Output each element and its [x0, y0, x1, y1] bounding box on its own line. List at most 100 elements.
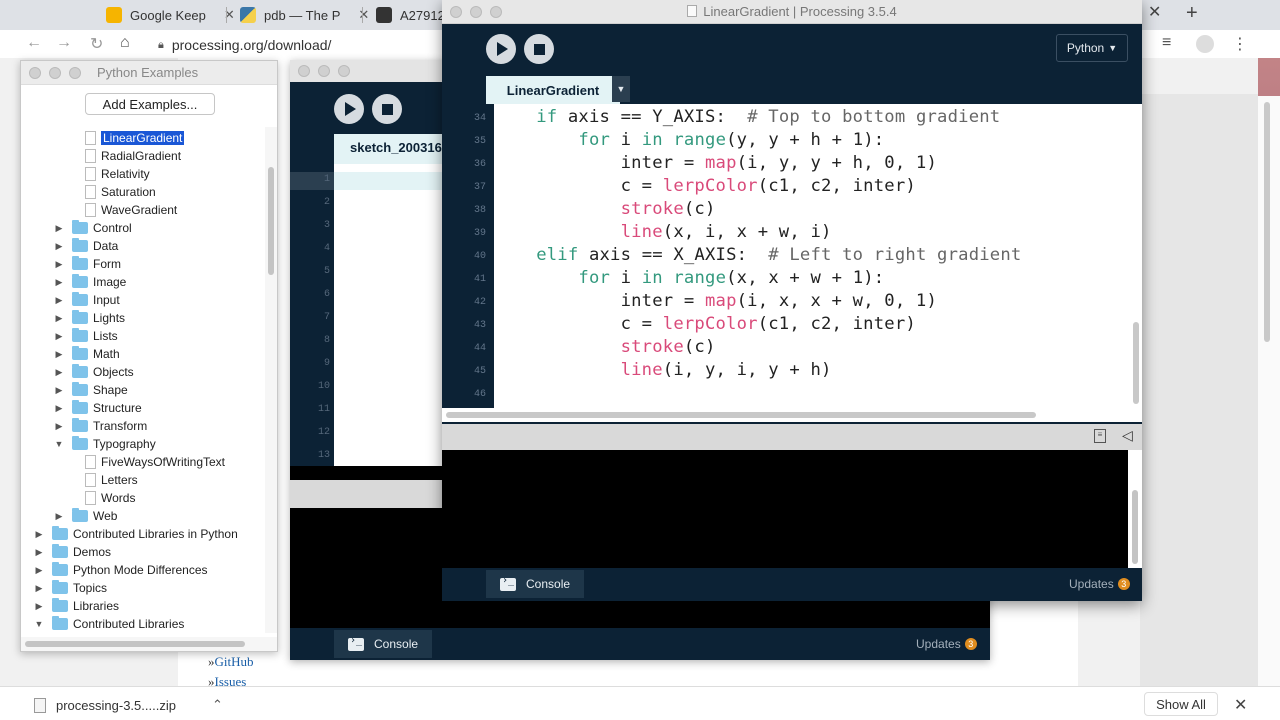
download-bar: processing-3.5.....zip ⌃ Show All ✕ — [0, 686, 1280, 720]
home-icon[interactable]: ⌂ — [120, 34, 130, 52]
console-scrollbar[interactable] — [1128, 450, 1142, 568]
disclosure-closed-icon[interactable]: ▶ — [33, 601, 45, 612]
scrollbar-thumb[interactable] — [1132, 490, 1138, 564]
disclosure-closed-icon[interactable]: ▶ — [53, 313, 65, 324]
collapse-console-icon[interactable]: ◁ — [1122, 427, 1133, 444]
tree-folder[interactable]: ▶ Lights — [53, 309, 125, 327]
browser-tab-pdb[interactable]: pdb — The P ✕ — [228, 0, 381, 30]
avatar[interactable] — [1196, 35, 1214, 53]
tab-lineargradient[interactable]: LinearGradient — [486, 76, 620, 104]
zoom-window-icon[interactable] — [338, 65, 350, 77]
tree-item[interactable]: LinearGradient — [73, 129, 185, 147]
tree-folder[interactable]: ▶ Libraries — [33, 597, 119, 615]
disclosure-closed-icon[interactable]: ▶ — [53, 349, 65, 360]
run-button[interactable] — [486, 34, 516, 64]
tree-item[interactable]: Letters — [73, 471, 138, 489]
tree-folder[interactable]: ▶ Structure — [53, 399, 142, 417]
browser-tab-google-keep[interactable]: Google Keep ✕ — [94, 0, 247, 30]
close-tab-icon[interactable]: ✕ — [1148, 2, 1161, 22]
tree-folder[interactable]: ▶ Python Mode Differences — [33, 561, 208, 579]
tree-folder[interactable]: ▶ Form — [53, 255, 121, 273]
scrollbar-thumb[interactable] — [268, 167, 274, 275]
tree-folder[interactable]: ▶ Objects — [53, 363, 134, 381]
zoom-window-icon[interactable] — [69, 67, 81, 79]
disclosure-closed-icon[interactable]: ▶ — [33, 583, 45, 594]
updates-indicator[interactable]: Updates 3 — [1069, 577, 1130, 591]
tree-folder[interactable]: ▶ Shape — [53, 381, 128, 399]
tree-folder[interactable]: ▶ Image — [53, 273, 126, 291]
scrollbar-thumb[interactable] — [1133, 322, 1139, 404]
disclosure-closed-icon[interactable]: ▶ — [33, 529, 45, 540]
github-link[interactable]: »GitHub — [208, 654, 254, 670]
tree-item[interactable]: Saturation — [73, 183, 156, 201]
back-icon[interactable]: ← — [26, 34, 42, 52]
disclosure-closed-icon[interactable]: ▶ — [53, 367, 65, 378]
disclosure-closed-icon[interactable]: ▶ — [53, 511, 65, 522]
close-icon[interactable]: ✕ — [1234, 695, 1247, 715]
scrollbar-thumb[interactable] — [1264, 102, 1270, 342]
line-number: 8 — [323, 335, 330, 346]
chevron-up-icon[interactable]: ⌃ — [212, 697, 223, 713]
scrollbar-thumb[interactable] — [25, 641, 245, 647]
tree-item[interactable]: RadialGradient — [73, 147, 181, 165]
show-all-button[interactable]: Show All — [1144, 692, 1218, 716]
console-button[interactable]: Console — [334, 630, 433, 658]
code-editor[interactable]: if axis == Y_AXIS: # Top to bottom gradi… — [494, 104, 1130, 408]
examples-scrollbar[interactable] — [265, 127, 277, 633]
tab-menu-button[interactable]: ▼ — [612, 76, 630, 102]
code-token: (x, x + w + 1): — [726, 268, 885, 288]
tree-item[interactable]: WaveGradient — [73, 201, 177, 219]
disclosure-closed-icon[interactable]: ▶ — [53, 259, 65, 270]
mode-selector[interactable]: Python ▼ — [1056, 34, 1128, 62]
disclosure-closed-icon[interactable]: ▶ — [53, 331, 65, 342]
tree-folder[interactable]: ▶ Web — [53, 507, 117, 525]
add-examples-button[interactable]: Add Examples... — [85, 93, 215, 115]
download-item[interactable]: processing-3.5.....zip ⌃ — [34, 697, 223, 713]
console-button[interactable]: Console — [486, 570, 585, 598]
disclosure-closed-icon[interactable]: ▶ — [53, 277, 65, 288]
editor-scrollbar[interactable] — [1130, 104, 1142, 408]
tree-folder[interactable]: ▶ Input — [53, 291, 120, 309]
tree-item[interactable]: Words — [73, 489, 135, 507]
minimize-window-icon[interactable] — [318, 65, 330, 77]
tree-folder[interactable]: ▶ Data — [53, 237, 118, 255]
new-tab-icon[interactable]: + — [1186, 2, 1198, 25]
close-window-icon[interactable] — [29, 67, 41, 79]
examples-hscrollbar[interactable] — [21, 637, 277, 651]
disclosure-closed-icon[interactable]: ▶ — [53, 385, 65, 396]
tree-folder[interactable]: ▼ Typography — [53, 435, 156, 453]
tree-folder[interactable]: ▶ Lists — [53, 327, 118, 345]
tree-folder[interactable]: ▶ Math — [53, 345, 120, 363]
disclosure-closed-icon[interactable]: ▶ — [53, 421, 65, 432]
disclosure-closed-icon[interactable]: ▶ — [53, 295, 65, 306]
disclosure-closed-icon[interactable]: ▶ — [33, 547, 45, 558]
reload-icon[interactable]: ↻ — [90, 34, 103, 54]
disclosure-open-icon[interactable]: ▼ — [33, 619, 45, 629]
tree-item[interactable]: FiveWaysOfWritingText — [73, 453, 225, 471]
tree-folder[interactable]: ▼ Contributed Libraries — [33, 615, 184, 633]
forward-icon[interactable]: → — [56, 34, 72, 52]
copy-console-icon[interactable]: ≡ — [1094, 429, 1106, 443]
tree-item[interactable]: Relativity — [73, 165, 150, 183]
close-window-icon[interactable] — [298, 65, 310, 77]
tree-folder[interactable]: ▶ Topics — [33, 579, 107, 597]
disclosure-closed-icon[interactable]: ▶ — [53, 403, 65, 414]
disclosure-closed-icon[interactable]: ▶ — [53, 223, 65, 234]
menu-icon[interactable]: ⋮ — [1232, 34, 1248, 54]
scrollbar-thumb[interactable] — [446, 412, 1036, 418]
stop-button[interactable] — [372, 94, 402, 124]
tree-folder[interactable]: ▶ Demos — [33, 543, 111, 561]
run-button[interactable] — [334, 94, 364, 124]
tree-folder[interactable]: ▶ Contributed Libraries in Python — [33, 525, 238, 543]
updates-indicator[interactable]: Updates 3 — [916, 637, 977, 651]
disclosure-closed-icon[interactable]: ▶ — [33, 565, 45, 576]
disclosure-closed-icon[interactable]: ▶ — [53, 241, 65, 252]
disclosure-open-icon[interactable]: ▼ — [53, 439, 65, 449]
media-controls-icon[interactable]: ≡ — [1162, 34, 1171, 52]
minimize-window-icon[interactable] — [49, 67, 61, 79]
page-scrollbar[interactable] — [1258, 96, 1280, 686]
stop-button[interactable] — [524, 34, 554, 64]
editor-hscrollbar[interactable] — [442, 408, 1142, 422]
tree-folder[interactable]: ▶ Control — [53, 219, 132, 237]
tree-folder[interactable]: ▶ Transform — [53, 417, 147, 435]
